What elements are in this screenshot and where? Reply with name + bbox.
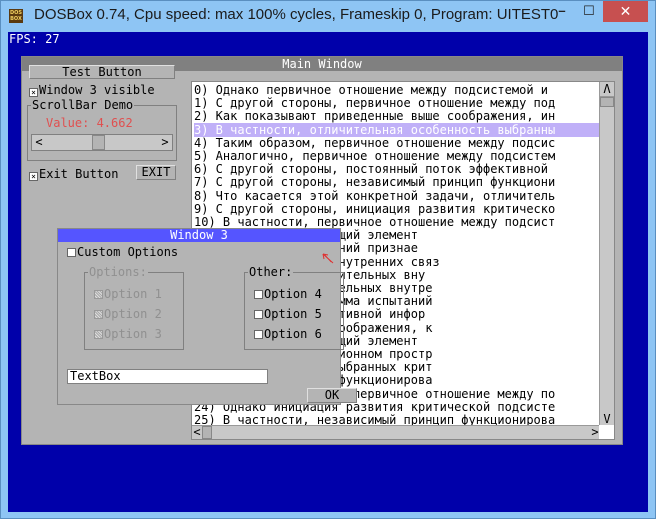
scroll-up-arrow[interactable]: Λ (600, 82, 614, 97)
window-title: DOSBox 0.74, Cpu speed: max 100% cycles,… (34, 6, 559, 23)
list-item[interactable]: 0) Однако первичное отношение между подс… (194, 83, 599, 97)
option-1-checkbox: Option 1 (94, 287, 162, 301)
maximize-button[interactable]: ☐ (576, 1, 602, 22)
options-group: Options: Option 1 Option 2 Option 3 (84, 265, 184, 350)
exit-button-label: Exit Button (39, 167, 119, 181)
scrollbar-value: Value: 4.662 (46, 116, 133, 130)
checkbox-disabled-icon (94, 330, 103, 339)
checkbox-unchecked-icon (254, 330, 263, 339)
custom-options-checkbox[interactable]: Custom Options (67, 245, 178, 259)
exit-button-checkbox[interactable]: × Exit Button (29, 167, 118, 181)
minimize-button[interactable]: – (549, 1, 575, 22)
checkbox-unchecked-icon (67, 248, 76, 257)
other-group: Other: Option 4 Option 5 Option 6 (244, 265, 344, 350)
list-horizontal-scrollbar[interactable]: < > (192, 425, 600, 439)
scroll-right-arrow[interactable]: > (158, 135, 172, 150)
dosbox-window: DOS BOX DOSBox 0.74, Cpu speed: max 100% … (0, 0, 656, 519)
dos-screen: FPS: 27 Main Window Test Button × Window … (8, 32, 648, 512)
checkbox-checked-icon: × (29, 88, 38, 97)
option-3-checkbox: Option 3 (94, 327, 162, 341)
list-item[interactable]: 9) С другой стороны, инициация развития … (194, 202, 599, 216)
scroll-left-arrow[interactable]: < (192, 426, 202, 439)
option-2-label: Option 2 (104, 307, 162, 321)
list-item-selected[interactable]: 3) В частности, отличительная особенност… (194, 122, 599, 137)
option-4-label: Option 4 (264, 287, 322, 301)
list-item[interactable]: 4) Таким образом, первичное отношение ме… (194, 136, 599, 150)
option-4-checkbox[interactable]: Option 4 (254, 287, 322, 301)
ok-button[interactable]: OK (307, 388, 357, 403)
scrollbar-thumb[interactable] (92, 135, 105, 150)
option-1-label: Option 1 (104, 287, 162, 301)
checkbox-disabled-icon (94, 290, 103, 299)
option-6-label: Option 6 (264, 327, 322, 341)
list-item[interactable]: 5) Аналогично, первичное отношение между… (194, 149, 599, 163)
window3-visible-checkbox[interactable]: × Window 3 visible (29, 83, 155, 97)
list-item[interactable]: 8) Что касается этой конкретной задачи, … (194, 189, 599, 203)
window3-visible-label: Window 3 visible (39, 83, 155, 97)
list-item[interactable]: 10) В частности, первичное отношение меж… (194, 215, 599, 229)
option-3-label: Option 3 (104, 327, 162, 341)
list-vscroll-thumb[interactable] (600, 97, 614, 107)
title-bar[interactable]: DOS BOX DOSBox 0.74, Cpu speed: max 100% … (1, 1, 656, 32)
checkbox-checked-icon: × (29, 172, 38, 181)
list-vertical-scrollbar[interactable]: Λ V (599, 82, 614, 427)
scrollbar-demo-group: ScrollBar Demo Value: 4.662 < > (27, 98, 177, 161)
window3-title[interactable]: Window 3 (58, 229, 340, 242)
options-group-label: Options: (88, 265, 148, 279)
list-item[interactable]: 2) Как показывают приведенные выше сообр… (194, 109, 599, 123)
option-5-checkbox[interactable]: Option 5 (254, 307, 322, 321)
other-group-label: Other: (248, 265, 294, 279)
test-button[interactable]: Test Button (29, 65, 175, 79)
checkbox-unchecked-icon (254, 290, 263, 299)
scrollbar-corner (599, 425, 614, 439)
close-button[interactable]: ✕ (603, 1, 648, 22)
scroll-left-arrow[interactable]: < (32, 135, 46, 150)
scrollbar-demo-label: ScrollBar Demo (31, 98, 135, 112)
option-6-checkbox[interactable]: Option 6 (254, 327, 322, 341)
custom-options-label: Custom Options (77, 245, 179, 259)
demo-scrollbar[interactable]: < > (31, 134, 173, 151)
dosbox-icon: DOS BOX (9, 9, 23, 23)
list-item[interactable]: 6) С другой стороны, постоянный поток эф… (194, 162, 599, 176)
option-5-label: Option 5 (264, 307, 322, 321)
exit-button[interactable]: EXIT (136, 165, 176, 180)
list-item[interactable]: 7) С другой стороны, независимый принцип… (194, 175, 599, 189)
list-item[interactable]: 1) С другой стороны, первичное отношение… (194, 96, 599, 110)
option-2-checkbox: Option 2 (94, 307, 162, 321)
checkbox-unchecked-icon (254, 310, 263, 319)
textbox-input[interactable]: TextBox (67, 369, 268, 384)
list-hscroll-thumb[interactable] (202, 426, 212, 439)
checkbox-disabled-icon (94, 310, 103, 319)
window-3: Window 3 Custom Options Options: Option … (57, 228, 357, 405)
fps-counter: FPS: 27 (9, 32, 60, 46)
mouse-cursor-icon (322, 253, 334, 264)
